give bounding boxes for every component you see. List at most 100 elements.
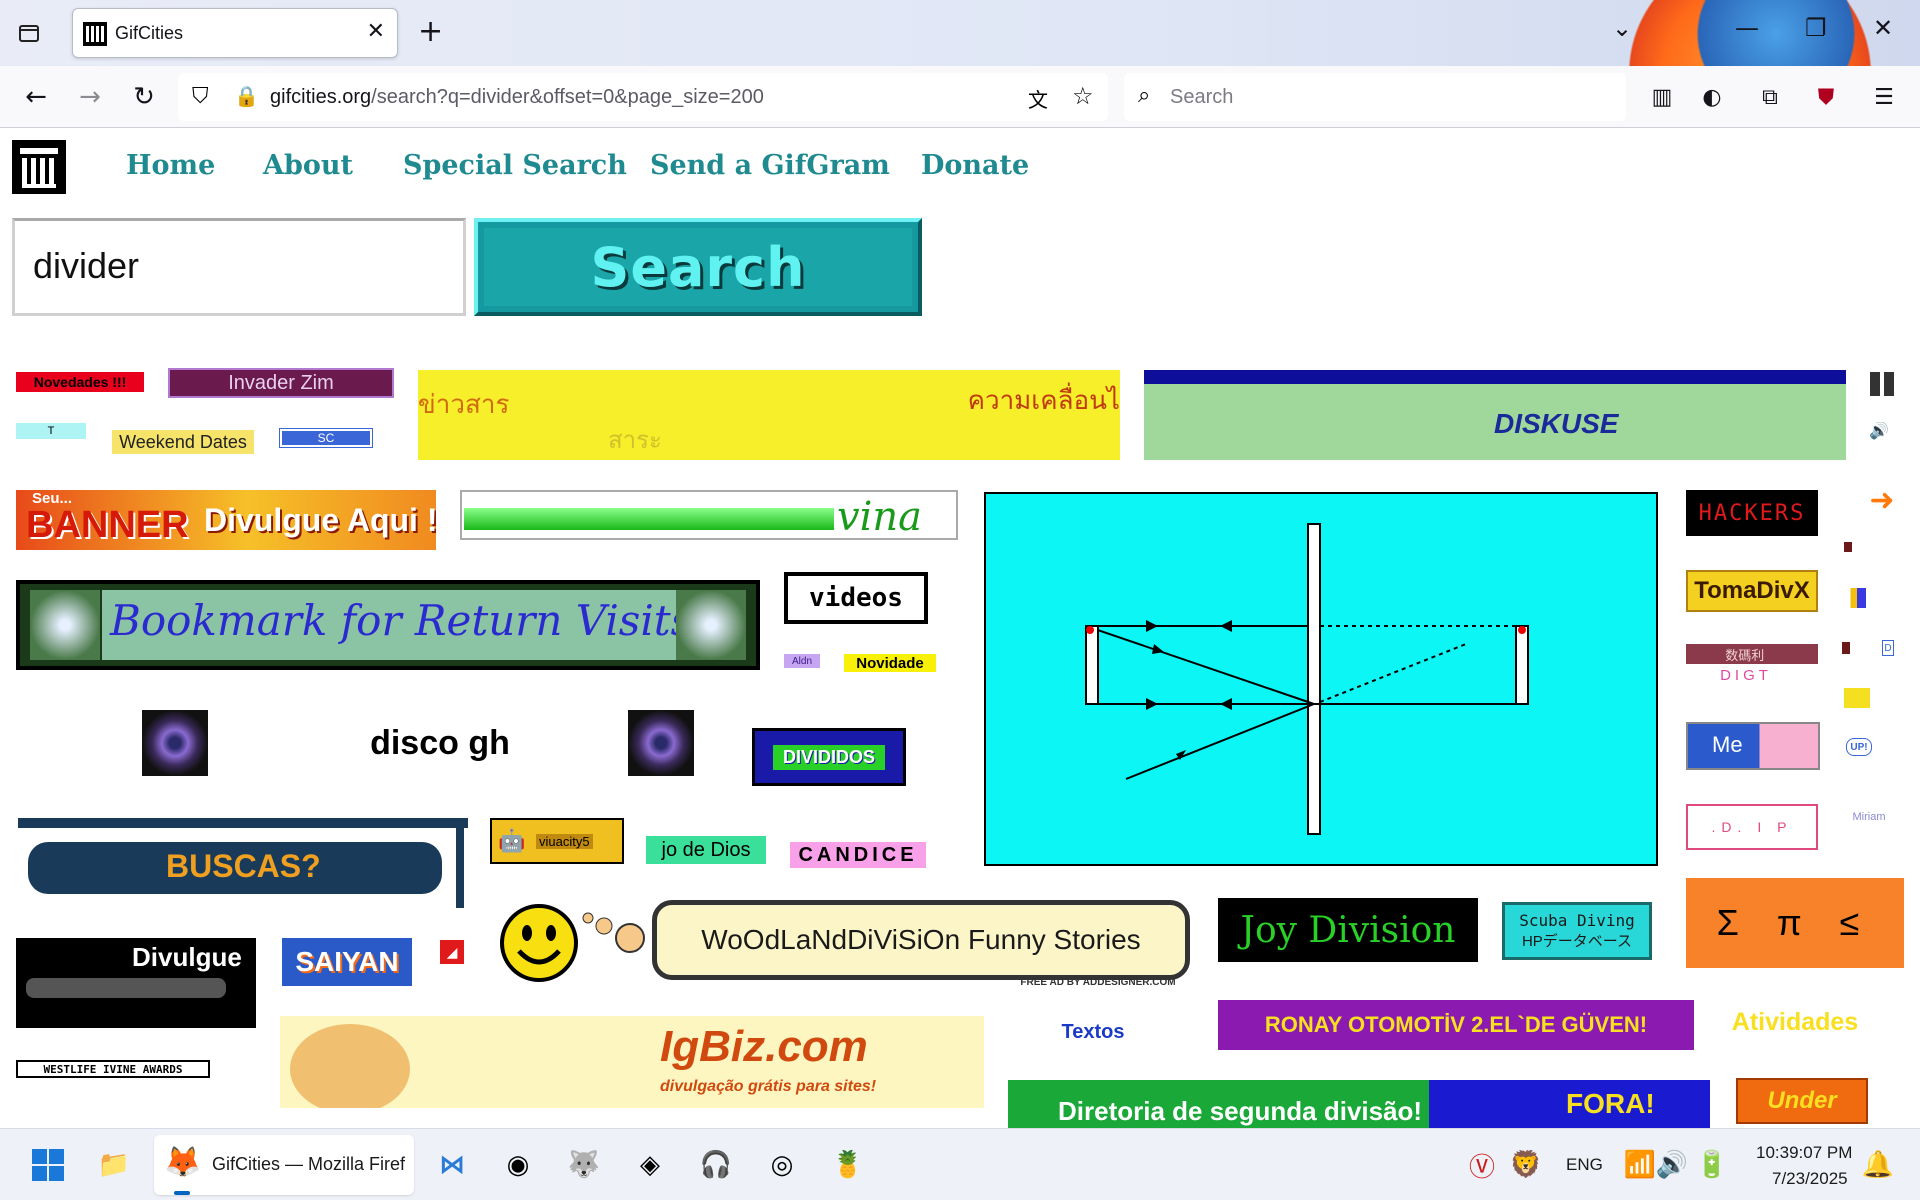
gif-me-anime[interactable]: Me <box>1686 722 1820 770</box>
sidebar-icon[interactable]: ▥ <box>1644 79 1680 115</box>
gif-smiley[interactable] <box>498 902 580 984</box>
bookmark-star-icon[interactable]: ☆ <box>1072 82 1094 110</box>
translate-icon[interactable]: 文 <box>1028 84 1048 113</box>
gif-tomadivx[interactable]: TomaDivX <box>1686 570 1818 612</box>
gif-ronay-otomotiv[interactable]: RONAY OTOMOTİV 2.EL`DE GÜVEN! <box>1218 1000 1694 1050</box>
url-bar[interactable]: ⛉ 🔒 gifcities.org/search?q=divider&offse… <box>178 73 1108 121</box>
profile-icon[interactable]: ◐ <box>1694 79 1730 115</box>
nav-about[interactable]: About <box>263 150 353 181</box>
list-all-tabs-icon[interactable]: ⌄ <box>1612 14 1632 42</box>
gif-scuba-diving[interactable]: Scuba Diving HPデータベース <box>1502 902 1652 960</box>
gif-arrow-icon[interactable]: ➜ <box>1864 488 1900 512</box>
url-text[interactable]: gifcities.org/search?q=divider&offset=0&… <box>270 86 764 109</box>
gif-dlgt[interactable]: DIGT <box>1686 666 1806 684</box>
taskbar-firefox-window[interactable]: 🦊 GifCities — Mozilla Firef <box>154 1135 414 1195</box>
gif-small-box[interactable]: D <box>1882 640 1894 656</box>
github-icon[interactable]: ◉ <box>496 1143 540 1187</box>
gif-small-bullet[interactable] <box>1844 542 1852 552</box>
reload-icon[interactable]: ↻ <box>126 79 162 115</box>
lock-icon[interactable]: 🔒 <box>234 84 259 108</box>
gif-red-ball-icon[interactable]: ◢ <box>440 940 464 964</box>
new-tab-button[interactable]: + <box>418 14 443 50</box>
gif-grid-icon[interactable] <box>1870 372 1894 396</box>
gif-videos[interactable]: videos <box>784 572 928 624</box>
gif-sc[interactable]: SC <box>279 428 373 448</box>
brave-tray-icon[interactable]: 🦁 <box>1504 1143 1548 1187</box>
gif-up-button[interactable]: UP! <box>1846 738 1872 756</box>
file-explorer-icon[interactable]: 📁 <box>92 1143 136 1187</box>
search-bar[interactable]: ⌕ Search <box>1124 73 1626 121</box>
gif-hackers[interactable]: HACKERS <box>1686 490 1818 536</box>
gif-gran-hermano-2[interactable] <box>628 710 694 776</box>
audacity-icon[interactable]: 🎧 <box>694 1143 738 1187</box>
gif-seu-banner[interactable]: Seu... BANNER Divulgue Aqui ! <box>16 490 436 550</box>
gif-aldn[interactable]: Aldn <box>784 654 820 668</box>
gimp-icon[interactable]: 🐺 <box>562 1143 606 1187</box>
gif-diskuse[interactable]: DISKUSE <box>1144 370 1846 460</box>
tab-list-button[interactable] <box>14 18 44 48</box>
gif-textos[interactable]: Textos <box>1060 1018 1126 1046</box>
gif-invader-zim[interactable]: Invader Zim <box>168 368 394 398</box>
gif-dip[interactable]: .D. I P <box>1686 804 1818 850</box>
close-window-icon[interactable]: ✕ <box>1873 14 1893 42</box>
gif-atividades[interactable]: Atividades <box>1720 1002 1870 1042</box>
extensions-icon[interactable]: ⧉ <box>1752 79 1788 115</box>
gif-saiyan[interactable]: SAIYAN <box>282 938 412 986</box>
gif-woodland-division[interactable]: WoOdLaNdDiViSiOn Funny Stories <box>652 900 1190 980</box>
nav-send-gifgram[interactable]: Send a GifGram <box>650 150 890 181</box>
menu-icon[interactable]: ☰ <box>1866 79 1902 115</box>
gif-novedades[interactable]: Novedades !!! <box>16 372 144 392</box>
gif-speaker-icon[interactable]: 🔊 <box>1870 422 1888 440</box>
gif-viacity[interactable]: 🤖 viuacity5 <box>490 818 624 864</box>
gif-igbiz[interactable]: IgBiz.com divulgação grátis para sites! <box>280 1016 984 1108</box>
nav-special-search[interactable]: Special Search <box>403 150 627 181</box>
volume-icon[interactable]: 🔊 <box>1650 1143 1694 1187</box>
gif-small-bullet-2[interactable] <box>1842 642 1850 654</box>
restore-icon[interactable]: ❐ <box>1805 14 1827 42</box>
shield-icon[interactable]: ⛉ <box>192 84 209 109</box>
notification-bell-icon[interactable]: 🔔 <box>1856 1143 1900 1187</box>
davinci-resolve-icon[interactable]: ◈ <box>628 1143 672 1187</box>
search-button[interactable]: Search <box>474 218 922 316</box>
gif-joy-division[interactable]: Joy Division <box>1218 898 1478 962</box>
gif-miriam[interactable]: Miriam <box>1844 810 1894 824</box>
gif-diretoria[interactable]: Diretoria de segunda divisão! FORA! <box>1008 1080 1710 1128</box>
clock-time[interactable]: 10:39:07 PM <box>1756 1143 1852 1163</box>
start-button[interactable] <box>26 1143 70 1187</box>
gif-divulgue-guitar[interactable]: Divulgue <box>16 938 256 1028</box>
gif-yellow-book-icon[interactable] <box>1844 688 1870 708</box>
gif-westlife[interactable]: WESTLIFE IVINE AWARDS <box>16 1060 210 1078</box>
pineapple-app-icon[interactable]: 🍍 <box>826 1143 870 1187</box>
gif-weekend-dates[interactable]: Weekend Dates <box>112 430 254 454</box>
gif-thai-news[interactable]: ข่าวสาร ความเคลื่อนไ สาระ <box>418 370 1120 460</box>
internet-archive-logo[interactable] <box>12 140 66 194</box>
tab-gifcities[interactable]: GifCities ✕ <box>72 8 398 58</box>
gif-buscas-sign[interactable]: BUSCAS? <box>16 818 468 910</box>
vscode-icon[interactable]: ⋈ <box>430 1143 474 1187</box>
gif-ojo-de-dios[interactable]: jo de Dios <box>646 836 766 864</box>
back-icon[interactable]: ← <box>18 79 54 115</box>
language-indicator[interactable]: ENG <box>1566 1155 1603 1175</box>
nav-home[interactable]: Home <box>126 150 215 181</box>
gif-disco-gh[interactable]: disco gh <box>340 718 540 768</box>
gif-novidade[interactable]: Novidade <box>844 654 936 672</box>
search-input[interactable]: divider <box>12 218 466 316</box>
gif-chinese-banner[interactable]: 数碼利 <box>1686 644 1818 664</box>
ublock-icon[interactable]: ⛊ <box>1808 79 1844 115</box>
gif-free-ad-text[interactable]: FREE AD BY ADDESIGNER.COM <box>1016 974 1180 990</box>
obs-icon[interactable]: ◎ <box>760 1143 804 1187</box>
gif-candice[interactable]: CANDICE <box>790 842 926 868</box>
vivaldi-tray-icon[interactable]: Ⓥ <box>1460 1143 1504 1187</box>
gif-under[interactable]: Under <box>1736 1078 1868 1124</box>
gif-math-symbols[interactable]: Σ π ≤ <box>1686 878 1904 968</box>
gif-gran-hermano-1[interactable] <box>142 710 208 776</box>
gif-vina[interactable]: vina <box>460 490 958 540</box>
battery-icon[interactable]: 🔋 <box>1690 1143 1734 1187</box>
minimize-icon[interactable]: — <box>1735 14 1759 42</box>
close-tab-icon[interactable]: ✕ <box>367 19 385 44</box>
forward-icon[interactable]: → <box>72 79 108 115</box>
gif-mirror-diagram[interactable] <box>984 492 1658 866</box>
gif-divididos[interactable]: DIVIDIDOS <box>752 728 906 786</box>
gif-t-label[interactable]: T <box>16 423 86 439</box>
gif-mini-flag[interactable] <box>1844 588 1866 608</box>
